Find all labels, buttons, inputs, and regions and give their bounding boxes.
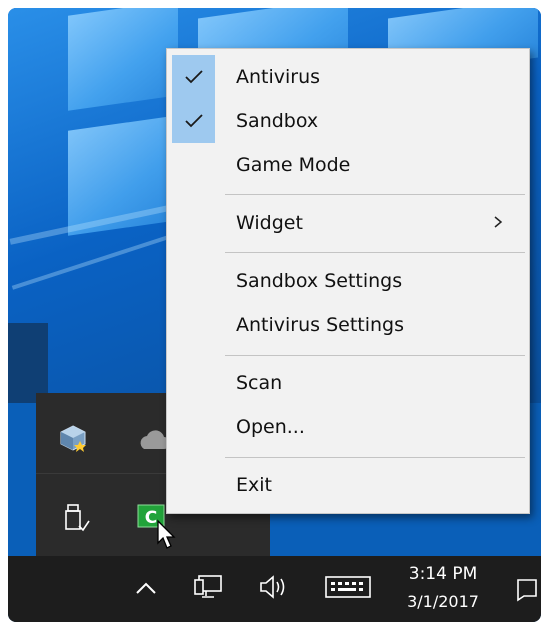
usb-eject-icon[interactable] xyxy=(61,503,91,533)
menu-item-label: Scan xyxy=(236,372,283,394)
network-icon[interactable] xyxy=(194,570,228,604)
wallpaper-light-ray xyxy=(11,230,185,290)
checkmark-icon xyxy=(185,114,203,128)
menu-item-label: Antivirus Settings xyxy=(236,314,405,336)
menu-item-game-mode[interactable]: Game Mode xyxy=(167,143,529,187)
keyboard-icon[interactable] xyxy=(324,574,372,600)
mouse-cursor-icon xyxy=(156,519,178,551)
notification-icon[interactable] xyxy=(516,578,538,602)
menu-item-exit[interactable]: Exit xyxy=(167,463,529,507)
menu-item-label: Sandbox Settings xyxy=(236,270,403,292)
menu-separator xyxy=(225,252,525,253)
menu-item-label: Exit xyxy=(236,474,272,496)
menu-separator xyxy=(225,194,525,195)
sandbox-check xyxy=(172,99,215,143)
menu-item-sandbox-settings[interactable]: Sandbox Settings xyxy=(167,259,529,303)
menu-item-label: Sandbox xyxy=(236,110,319,132)
menu-separator xyxy=(225,457,525,458)
checkmark-icon xyxy=(185,70,203,84)
antivirus-check xyxy=(172,55,215,99)
menu-item-label: Game Mode xyxy=(236,154,351,176)
desktop-shadow xyxy=(8,323,48,403)
speaker-icon[interactable] xyxy=(258,572,292,602)
menu-item-widget[interactable]: Widget xyxy=(167,201,529,245)
clock-date[interactable]: 3/1/2017 xyxy=(398,592,488,611)
taskbar: 3:14 PM 3/1/2017 xyxy=(8,556,541,622)
comodo-tray-context-menu: Antivirus Sandbox Game Mode Widget Sandb… xyxy=(166,48,530,514)
chevron-right-icon xyxy=(492,213,504,236)
menu-item-open[interactable]: Open... xyxy=(167,405,529,449)
onedrive-icon[interactable] xyxy=(136,429,170,451)
menu-item-antivirus[interactable]: Antivirus xyxy=(167,55,529,99)
wallpaper-window-pane xyxy=(68,8,178,111)
virtualbox-icon[interactable] xyxy=(58,423,88,453)
chevron-up-icon[interactable] xyxy=(134,578,158,598)
clock-time[interactable]: 3:14 PM xyxy=(398,564,488,584)
menu-item-label: Antivirus xyxy=(236,66,321,88)
menu-item-antivirus-settings[interactable]: Antivirus Settings xyxy=(167,303,529,347)
desktop-screen: C 3:14 PM 3/1/2017 Antivirus Sandbox Gam… xyxy=(8,8,541,622)
menu-item-label: Widget xyxy=(236,212,303,234)
menu-item-label: Open... xyxy=(236,416,305,438)
menu-item-sandbox[interactable]: Sandbox xyxy=(167,99,529,143)
menu-separator xyxy=(225,355,525,356)
menu-item-scan[interactable]: Scan xyxy=(167,361,529,405)
